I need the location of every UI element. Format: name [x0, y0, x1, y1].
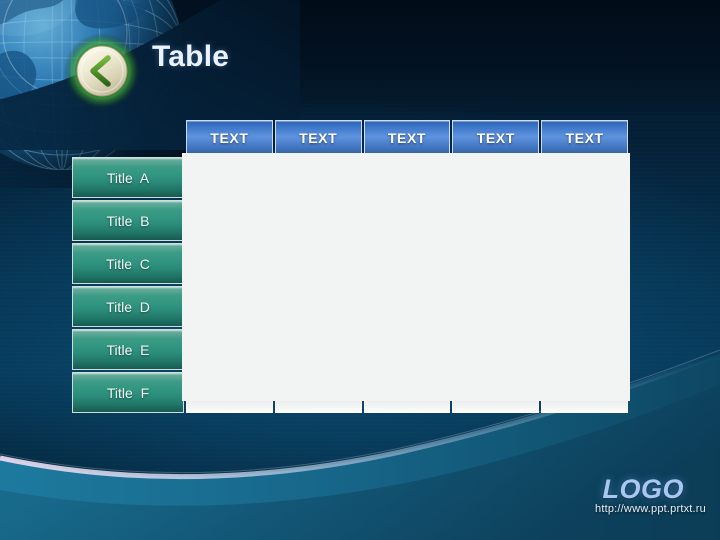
column-header-2[interactable]: TEXT [274, 120, 362, 155]
row-title-2[interactable]: Title B [72, 200, 184, 241]
row-title-5[interactable]: Title E [72, 329, 184, 370]
table-corner-cell [72, 120, 184, 155]
page-title: Table [152, 40, 230, 73]
table-header-row: TEXT TEXT TEXT TEXT TEXT [72, 120, 628, 155]
logo-url[interactable]: http://www.ppt.prtxt.ru [595, 503, 706, 515]
column-header-1[interactable]: TEXT [186, 120, 273, 155]
column-header-4[interactable]: TEXT [452, 120, 540, 155]
row-title-6[interactable]: Title F [72, 372, 184, 413]
column-header-3[interactable]: TEXT [363, 120, 451, 155]
row-title-4[interactable]: Title D [72, 286, 184, 327]
back-button[interactable] [63, 32, 141, 110]
data-table: TEXT TEXT TEXT TEXT TEXT Title A Title B… [70, 118, 630, 413]
row-title-1[interactable]: Title A [72, 157, 184, 198]
table-body-plate [182, 153, 630, 401]
column-header-5[interactable]: TEXT [541, 120, 628, 155]
row-title-3[interactable]: Title C [72, 243, 184, 284]
logo-text: LOGO [602, 474, 684, 504]
slide-canvas: Table TEXT TEXT TEXT TEXT TEXT Title A T… [0, 0, 720, 540]
